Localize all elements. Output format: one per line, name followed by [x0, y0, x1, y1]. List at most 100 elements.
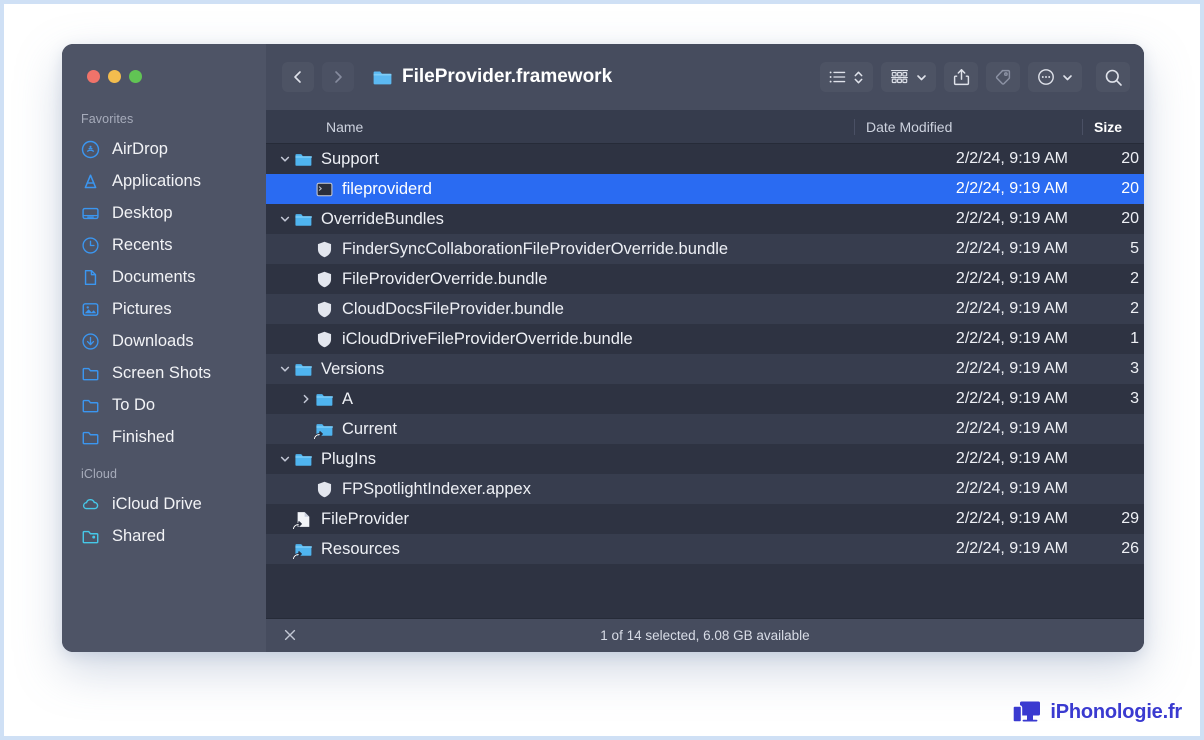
alias-arrow-icon	[292, 551, 302, 559]
chevron-down-icon	[916, 72, 927, 83]
table-row[interactable]: fileproviderd 2/2/24, 9:19 AM 20	[266, 174, 1144, 204]
toolbar: FileProvider.framework	[266, 44, 1144, 110]
share-button[interactable]	[944, 62, 978, 92]
folder-icon	[292, 539, 313, 559]
file-date-cell: 2/2/24, 9:19 AM	[955, 390, 1068, 407]
sidebar-item-label: Pictures	[112, 299, 172, 318]
sidebar-item-airdrop[interactable]: AirDrop	[62, 133, 266, 165]
file-name-label: iCloudDriveFileProviderOverride.bundle	[342, 329, 633, 348]
sidebar: Favorites AirDrop Applications Desktop R…	[62, 44, 266, 652]
file-size-cell: 26	[1121, 540, 1139, 557]
file-date-cell: 2/2/24, 9:19 AM	[955, 540, 1068, 557]
file-name-label: PlugIns	[321, 449, 377, 468]
bundle-icon	[314, 479, 334, 499]
status-bar: 1 of 14 selected, 6.08 GB available	[266, 618, 1144, 652]
folder-icon	[313, 419, 334, 439]
disclosure-triangle-icon[interactable]	[276, 454, 293, 464]
view-toggle-button[interactable]	[820, 62, 873, 92]
sidebar-item-label: Desktop	[112, 203, 173, 222]
sidebar-item-pictures[interactable]: Pictures	[62, 293, 266, 325]
file-name-label: CloudDocsFileProvider.bundle	[342, 299, 564, 318]
disclosure-triangle-icon[interactable]	[276, 364, 293, 374]
file-date-cell: 2/2/24, 9:19 AM	[955, 420, 1068, 437]
close-icon[interactable]	[283, 628, 299, 644]
content-pane: FileProvider.framework Name Date Modifie…	[266, 44, 1144, 652]
sidebar-item-shared[interactable]: Shared	[62, 520, 266, 552]
maximize-button[interactable]	[129, 70, 142, 83]
file-date-cell: 2/2/24, 9:19 AM	[955, 180, 1068, 197]
column-header-row: Name Date Modified Size	[266, 110, 1144, 144]
file-name-cell: Support	[266, 149, 854, 169]
search-button[interactable]	[1096, 62, 1130, 92]
table-row[interactable]: FPSpotlightIndexer.appex 2/2/24, 9:19 AM	[266, 474, 1144, 504]
table-row[interactable]: FileProvider 2/2/24, 9:19 AM 29	[266, 504, 1144, 534]
file-date-cell: 2/2/24, 9:19 AM	[955, 510, 1068, 527]
table-row[interactable]: PlugIns 2/2/24, 9:19 AM	[266, 444, 1144, 474]
tags-button[interactable]	[986, 62, 1020, 92]
close-button[interactable]	[87, 70, 100, 83]
sidebar-item-label: To Do	[112, 395, 156, 414]
file-size-cell: 5	[1130, 240, 1139, 257]
column-header-size[interactable]: Size	[1082, 118, 1144, 135]
minimize-button[interactable]	[108, 70, 121, 83]
file-name-cell: OverrideBundles	[266, 209, 854, 229]
window-title: FileProvider.framework	[402, 66, 613, 87]
file-name-cell: fileproviderd	[266, 179, 854, 199]
table-row[interactable]: OverrideBundles 2/2/24, 9:19 AM 20	[266, 204, 1144, 234]
table-row[interactable]: Versions 2/2/24, 9:19 AM 3	[266, 354, 1144, 384]
sidebar-item-icloud-drive[interactable]: iCloud Drive	[62, 488, 266, 520]
disclosure-triangle-icon[interactable]	[276, 214, 293, 224]
column-header-date-modified[interactable]: Date Modified	[854, 118, 1082, 135]
table-row[interactable]: Resources 2/2/24, 9:19 AM 26	[266, 534, 1144, 564]
sidebar-item-recents[interactable]: Recents	[62, 229, 266, 261]
file-name-label: Versions	[321, 359, 385, 378]
sidebar-item-documents[interactable]: Documents	[62, 261, 266, 293]
file-name-label: FPSpotlightIndexer.appex	[342, 479, 531, 498]
watermark: iPhonologie.fr	[1012, 700, 1182, 724]
forward-button[interactable]	[322, 62, 354, 92]
disclosure-triangle-icon[interactable]	[297, 394, 314, 404]
column-header-name[interactable]: Name	[266, 119, 854, 135]
file-date-cell: 2/2/24, 9:19 AM	[955, 450, 1068, 467]
sidebar-item-applications[interactable]: Applications	[62, 165, 266, 197]
document-icon	[81, 268, 100, 287]
sidebar-item-label: Applications	[112, 171, 201, 190]
file-name-cell: PlugIns	[266, 449, 854, 469]
ellipsis-circle-icon	[1037, 68, 1055, 86]
unix-exec-icon	[314, 179, 334, 199]
finder-window: Favorites AirDrop Applications Desktop R…	[62, 44, 1144, 652]
sidebar-item-finished[interactable]: Finished	[62, 421, 266, 453]
table-row[interactable]: A 2/2/24, 9:19 AM 3	[266, 384, 1144, 414]
folder-icon	[372, 67, 393, 88]
more-actions-button[interactable]	[1028, 62, 1082, 92]
back-button[interactable]	[282, 62, 314, 92]
sidebar-item-to-do[interactable]: To Do	[62, 389, 266, 421]
folder-icon	[314, 389, 334, 409]
file-name-cell: FileProviderOverride.bundle	[266, 269, 854, 289]
bundle-icon	[314, 299, 334, 319]
table-row[interactable]: CloudDocsFileProvider.bundle 2/2/24, 9:19…	[266, 294, 1144, 324]
file-name-label: fileproviderd	[342, 179, 432, 198]
sidebar-item-label: Finished	[112, 427, 175, 446]
table-row[interactable]: iCloudDriveFileProviderOverride.bundle 2/…	[266, 324, 1144, 354]
file-name-label: Current	[342, 419, 398, 438]
pictures-icon	[81, 300, 100, 319]
sidebar-item-desktop[interactable]: Desktop	[62, 197, 266, 229]
sidebar-item-screen-shots[interactable]: Screen Shots	[62, 357, 266, 389]
file-list[interactable]: Support 2/2/24, 9:19 AM 20 fileproviderd 2/2…	[266, 144, 1144, 618]
table-row[interactable]: Current 2/2/24, 9:19 AM	[266, 414, 1144, 444]
doc-alias-icon	[292, 509, 313, 529]
file-size-cell: 1	[1130, 330, 1139, 347]
sidebar-section-icloud: iCloud	[81, 467, 118, 481]
file-date-cell: 2/2/24, 9:19 AM	[955, 300, 1068, 317]
file-name-cell: FileProvider	[266, 509, 854, 529]
sidebar-item-downloads[interactable]: Downloads	[62, 325, 266, 357]
downloads-icon	[81, 332, 100, 351]
disclosure-triangle-icon[interactable]	[276, 154, 293, 164]
table-row[interactable]: Support 2/2/24, 9:19 AM 20	[266, 144, 1144, 174]
file-size-cell: 20	[1121, 210, 1139, 227]
group-by-button[interactable]	[881, 62, 936, 92]
table-row[interactable]: FileProviderOverride.bundle 2/2/24, 9:19 …	[266, 264, 1144, 294]
file-date-cell: 2/2/24, 9:19 AM	[955, 270, 1068, 287]
table-row[interactable]: FinderSyncCollaborationFileProviderOverr…	[266, 234, 1144, 264]
